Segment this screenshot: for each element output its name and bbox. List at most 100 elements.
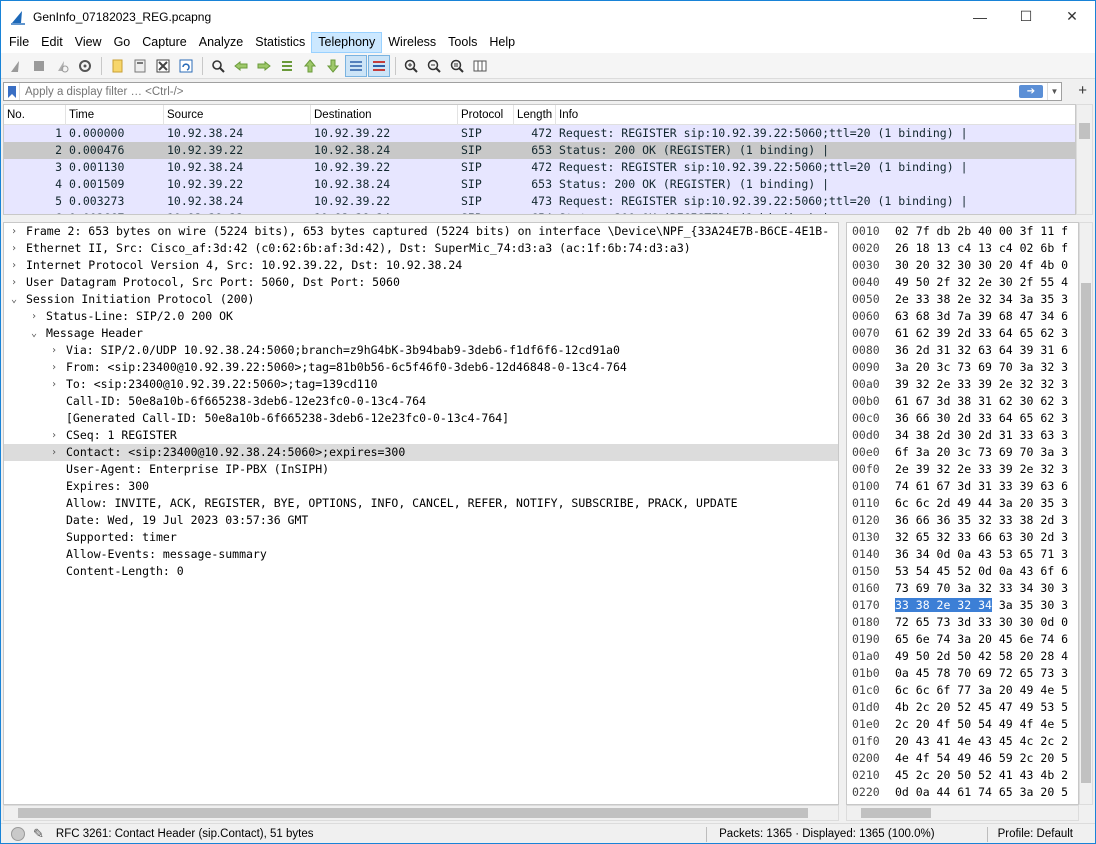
details-tree-item[interactable]: › Ethernet II, Src: Cisco_af:3d:42 (c0:62… (4, 240, 838, 257)
hex-row[interactable]: 0130 32 65 32 33 66 63 30 2d 3 (847, 529, 1078, 546)
expand-chevron-icon[interactable]: › (48, 444, 60, 461)
open-file-icon[interactable] (106, 55, 128, 77)
forward-icon[interactable] (253, 55, 275, 77)
packet-row[interactable]: 2 0.000476 10.92.39.22 10.92.38.24 SIP 653 Sta… (4, 142, 1075, 159)
close-button[interactable]: ✕ (1049, 1, 1095, 32)
details-tree-item[interactable]: › Via: SIP/2.0/UDP 10.92.38.24:5060;branc… (4, 342, 838, 359)
stop-icon[interactable] (28, 55, 50, 77)
hex-row[interactable]: 0030 30 20 32 30 30 20 4f 4b 0 (847, 257, 1078, 274)
column-header-info[interactable]: Info (556, 105, 1046, 125)
hex-row[interactable]: 0010 02 7f db 2b 40 00 3f 11 f (847, 223, 1078, 240)
packet-list-scrollbar[interactable] (1076, 104, 1093, 215)
packet-details-tree[interactable]: › Frame 2: 653 bytes on wire (5224 bits),… (3, 222, 839, 805)
details-tree-item[interactable]: User-Agent: Enterprise IP-PBX (InSIPH) (4, 461, 838, 478)
column-header-length[interactable]: Length (514, 105, 556, 125)
details-tree-item[interactable]: [Generated Call-ID: 50e8a10b-6f665238-3d… (4, 410, 838, 427)
details-tree-item[interactable]: Content-Length: 0 (4, 563, 838, 580)
hex-row[interactable]: 00e0 6f 3a 20 3c 73 69 70 3a 3 (847, 444, 1078, 461)
collapse-chevron-icon[interactable]: ⌄ (28, 325, 40, 342)
hex-row[interactable]: 01c0 6c 6c 6f 77 3a 20 49 4e 5 (847, 682, 1078, 699)
details-tree-item[interactable]: Allow-Events: message-summary (4, 546, 838, 563)
expand-chevron-icon[interactable]: › (28, 308, 40, 325)
menu-statistics[interactable]: Statistics (249, 32, 311, 53)
hex-row[interactable]: 00d0 34 38 2d 30 2d 31 33 63 3 (847, 427, 1078, 444)
packet-list[interactable]: No. Time Source Destination Protocol Len… (3, 104, 1076, 215)
hex-row[interactable]: 0220 0d 0a 44 61 74 65 3a 20 5 (847, 784, 1078, 801)
menu-analyze[interactable]: Analyze (193, 32, 249, 53)
menu-help[interactable]: Help (483, 32, 521, 53)
hex-row[interactable]: 0210 45 2c 20 50 52 41 43 4b 2 (847, 767, 1078, 784)
scrollbar-thumb[interactable] (18, 808, 808, 818)
scrollbar-thumb[interactable] (861, 808, 931, 818)
packet-row[interactable]: 3 0.001130 10.92.38.24 10.92.39.22 SIP 472 Req… (4, 159, 1075, 176)
details-tree-item[interactable]: › Status-Line: SIP/2.0 200 OK (4, 308, 838, 325)
find-icon[interactable] (207, 55, 229, 77)
details-tree-item[interactable]: Date: Wed, 19 Jul 2023 03:57:36 GMT (4, 512, 838, 529)
zoom-out-icon[interactable] (423, 55, 445, 77)
packet-bytes-pane[interactable]: 0010 02 7f db 2b 40 00 3f 11 f 0020 26 18 1… (846, 222, 1079, 805)
hex-row[interactable]: 0090 3a 20 3c 73 69 70 3a 32 3 (847, 359, 1078, 376)
hex-row[interactable]: 0200 4e 4f 54 49 46 59 2c 20 5 (847, 750, 1078, 767)
colorize-icon[interactable] (368, 54, 390, 77)
packet-row[interactable]: 5 0.003273 10.92.38.24 10.92.39.22 SIP 473 Req… (4, 193, 1075, 210)
expert-info-status-icon[interactable] (11, 827, 25, 841)
hex-row[interactable]: 0120 36 66 36 35 32 33 38 2d 3 (847, 512, 1078, 529)
column-header-source[interactable]: Source (164, 105, 311, 125)
collapse-chevron-icon[interactable]: ⌄ (8, 291, 20, 308)
hex-row[interactable]: 0040 49 50 2f 32 2e 30 2f 55 4 (847, 274, 1078, 291)
hex-row[interactable]: 0150 53 54 45 52 0d 0a 43 6f 6 (847, 563, 1078, 580)
last-packet-icon[interactable] (322, 55, 344, 77)
hex-row[interactable]: 0080 36 2d 31 32 63 64 39 31 6 (847, 342, 1078, 359)
packet-row[interactable]: 1 0.000000 10.92.38.24 10.92.39.22 SIP 472 Req… (4, 125, 1075, 142)
details-tree-item[interactable]: ⌄ Session Initiation Protocol (200) (4, 291, 838, 308)
hex-row[interactable]: 0190 65 6e 74 3a 20 45 6e 74 6 (847, 631, 1078, 648)
hex-row[interactable]: 0160 73 69 70 3a 32 33 34 30 3 (847, 580, 1078, 597)
restart-icon[interactable] (51, 55, 73, 77)
expand-chevron-icon[interactable]: › (48, 359, 60, 376)
hex-row[interactable]: 0140 36 34 0d 0a 43 53 65 71 3 (847, 546, 1078, 563)
hex-row[interactable]: 0100 74 61 67 3d 31 33 39 63 6 (847, 478, 1078, 495)
scrollbar-thumb[interactable] (1079, 123, 1090, 139)
column-header-destination[interactable]: Destination (311, 105, 458, 125)
menu-wireless[interactable]: Wireless (382, 32, 442, 53)
details-tree-item[interactable]: Allow: INVITE, ACK, REGISTER, BYE, OPTIO… (4, 495, 838, 512)
column-header-time[interactable]: Time (66, 105, 164, 125)
expand-chevron-icon[interactable]: › (8, 257, 20, 274)
profile-text[interactable]: Profile: Default (998, 828, 1073, 840)
details-tree-item[interactable]: Supported: timer (4, 529, 838, 546)
hex-row[interactable]: 0060 63 68 3d 7a 39 68 47 34 6 (847, 308, 1078, 325)
details-tree-item[interactable]: ⌄ Message Header (4, 325, 838, 342)
details-tree-item[interactable]: Call-ID: 50e8a10b-6f665238-3deb6-12e23fc… (4, 393, 838, 410)
zoom-in-icon[interactable] (400, 55, 422, 77)
add-filter-button[interactable]: + (1078, 82, 1087, 99)
menu-view[interactable]: View (69, 32, 108, 53)
column-header-protocol[interactable]: Protocol (458, 105, 514, 125)
expand-chevron-icon[interactable]: › (8, 274, 20, 291)
hex-row[interactable]: 00f0 2e 39 32 2e 33 39 2e 32 3 (847, 461, 1078, 478)
details-tree-item[interactable]: Expires: 300 (4, 478, 838, 495)
menu-edit[interactable]: Edit (35, 32, 69, 53)
hex-row[interactable]: 0050 2e 33 38 2e 32 34 3a 35 3 (847, 291, 1078, 308)
bytes-horizontal-scrollbar[interactable] (846, 805, 1079, 821)
hex-row[interactable]: 0170 33 38 2e 32 34 3a 35 30 3 (847, 597, 1078, 614)
shark-fin-start-icon[interactable] (5, 55, 27, 77)
menu-capture[interactable]: Capture (136, 32, 192, 53)
packet-row[interactable]: 60.00366710.92.39.2210.92.38.24SIP654Sta… (4, 210, 1075, 214)
details-tree-item[interactable]: › Frame 2: 653 bytes on wire (5224 bits),… (4, 223, 838, 240)
bytes-vertical-scrollbar[interactable] (1079, 222, 1093, 805)
hex-row[interactable]: 0070 61 62 39 2d 33 64 65 62 3 (847, 325, 1078, 342)
autoscroll-icon[interactable] (345, 54, 367, 77)
capture-comment-icon[interactable]: ✎ (33, 826, 44, 842)
hex-row[interactable]: 01a0 49 50 2d 50 42 58 20 28 4 (847, 648, 1078, 665)
normal-size-icon[interactable] (446, 55, 468, 77)
hex-row[interactable]: 01d0 4b 2c 20 52 45 47 49 53 5 (847, 699, 1078, 716)
hex-row[interactable]: 0020 26 18 13 c4 13 c4 02 6b f (847, 240, 1078, 257)
hex-row[interactable]: 0110 6c 6c 2d 49 44 3a 20 35 3 (847, 495, 1078, 512)
hex-row[interactable]: 00b0 61 67 3d 38 31 62 30 62 3 (847, 393, 1078, 410)
apply-filter-arrow-icon[interactable]: ➔ (1019, 85, 1043, 98)
expand-chevron-icon[interactable]: › (8, 223, 20, 240)
go-to-packet-icon[interactable] (276, 55, 298, 77)
hex-row[interactable]: 00c0 36 66 30 2d 33 64 65 62 3 (847, 410, 1078, 427)
filter-dropdown-chevron-icon[interactable]: ▼ (1047, 83, 1061, 100)
details-tree-item[interactable]: › Contact: <sip:23400@10.92.38.24:5060>;e… (4, 444, 838, 461)
